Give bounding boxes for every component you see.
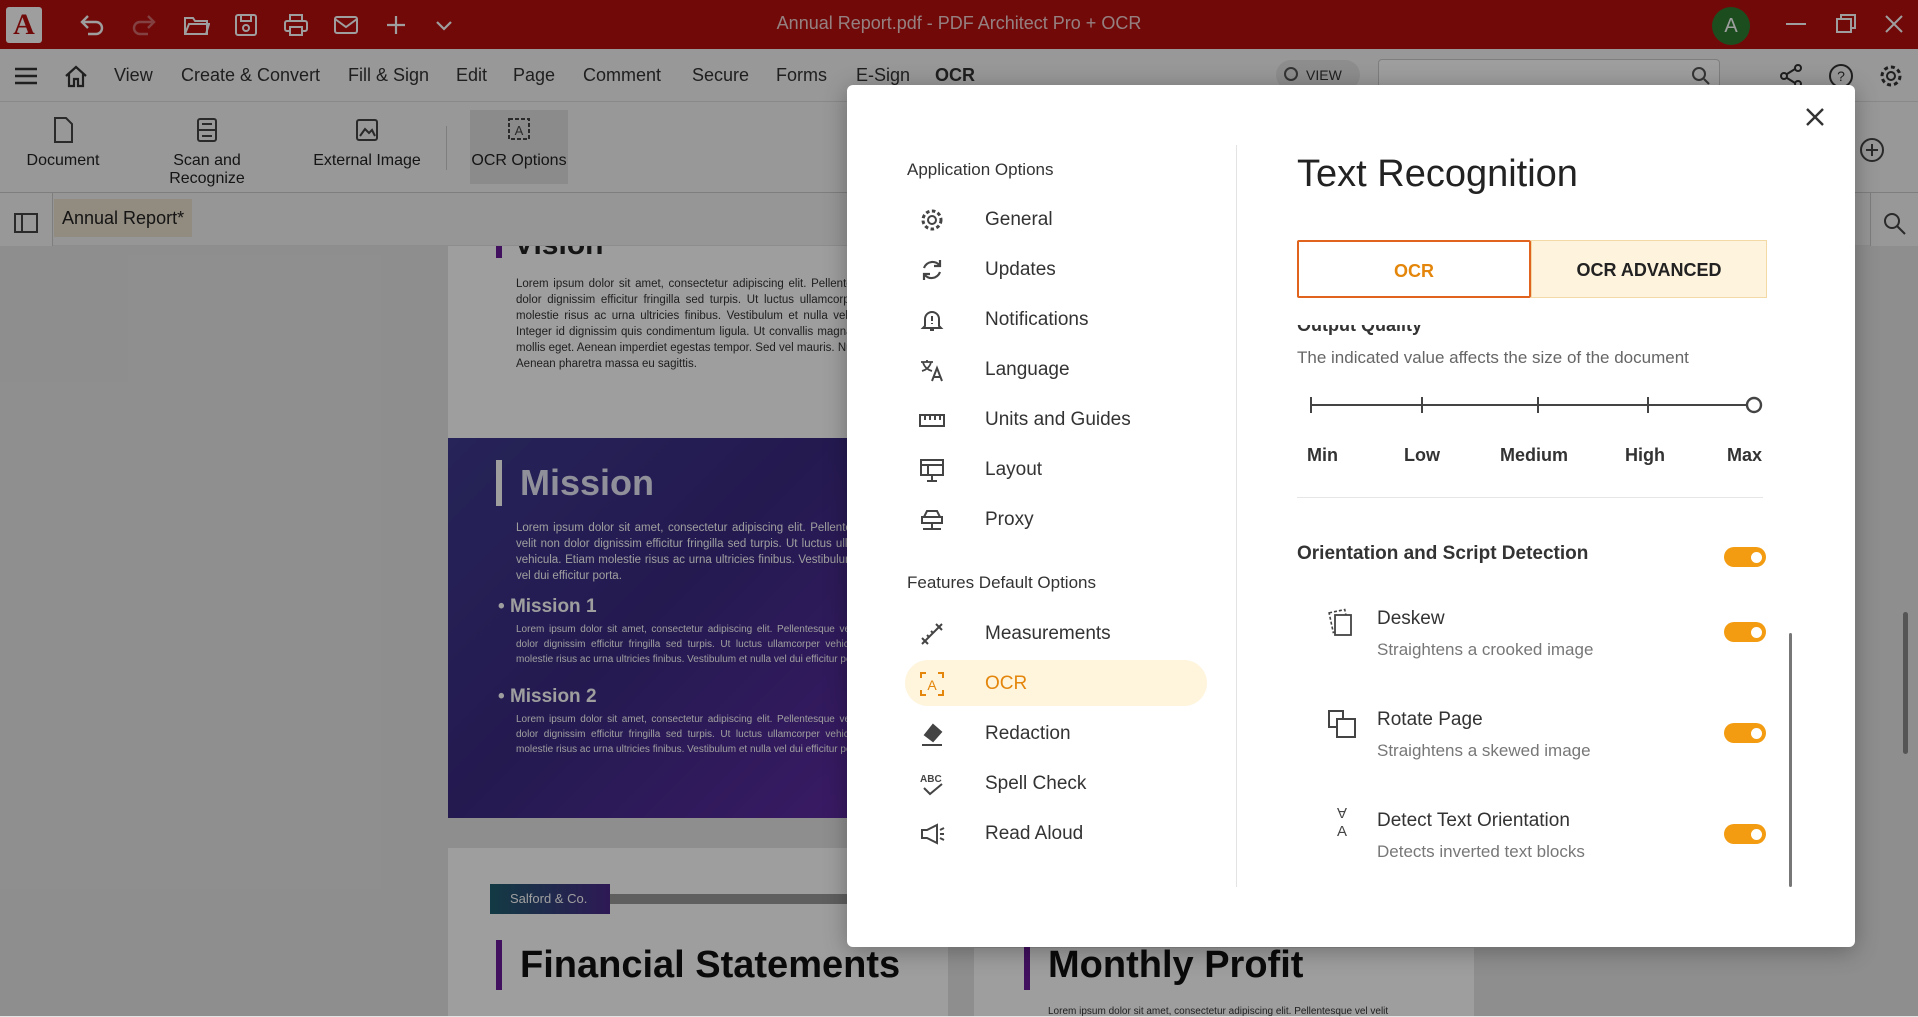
option-general[interactable]: General [905,196,1205,242]
option-label: General [985,209,1053,230]
settings-scrollbar[interactable] [1789,633,1792,887]
megaphone-icon [921,823,945,845]
option-label: Layout [985,459,1043,480]
slider-thumb[interactable] [1745,396,1763,414]
option-label: Units and Guides [985,409,1131,430]
option-measurements[interactable]: Measurements [905,610,1205,656]
rotate-page-description: Straightens a skewed image [1377,741,1591,760]
option-label: Language [985,359,1070,380]
orientation-title: Orientation and Script Detection [1297,543,1589,564]
svg-text:A: A [1337,804,1347,821]
option-label: Spell Check [985,773,1087,794]
orientation-toggle[interactable] [1724,547,1766,567]
tab-ocr-advanced[interactable]: OCR ADVANCED [1531,240,1767,298]
option-label: Updates [985,259,1056,280]
detect-orientation-toggle[interactable] [1724,824,1766,844]
quality-level-low: Low [1404,445,1440,465]
rotate-page-icon [1328,710,1356,738]
deskew-toggle[interactable] [1724,622,1766,642]
tab-ocr[interactable]: OCR [1297,240,1531,298]
svg-text:A: A [1337,823,1347,839]
detect-orientation-description: Detects inverted text blocks [1377,842,1585,861]
rotate-page-toggle[interactable] [1724,723,1766,743]
quality-level-max: Max [1727,445,1763,465]
settings-scroll-area[interactable]: Output Quality The indicated value affec… [1297,325,1767,975]
deskew-description: Straightens a crooked image [1377,640,1594,659]
quality-level-min: Min [1307,445,1338,465]
layout-icon [920,459,944,482]
option-updates[interactable]: Updates [905,246,1205,292]
option-label: OCR [985,673,1028,694]
measure-icon [921,623,943,645]
application-options-title: Application Options [907,160,1054,179]
deskew-icon [1328,608,1352,636]
option-proxy[interactable]: Proxy [905,496,1205,542]
spellcheck-icon: ABC [920,774,943,796]
features-options-title: Features Default Options [907,573,1096,592]
svg-text:A: A [927,677,937,693]
quality-level-medium: Medium [1500,445,1569,465]
text-orientation-icon: AA [1337,804,1347,839]
detect-orientation-title: Detect Text Orientation [1377,810,1570,831]
eraser-icon [922,723,943,746]
option-label: Read Aloud [985,823,1084,844]
option-layout[interactable]: Layout [905,446,1205,492]
options-dialog: Application Options General Updates Noti… [847,85,1855,947]
document-scrollbar[interactable] [1903,612,1908,754]
settings-content: Output Quality The indicated value affec… [1297,325,1767,861]
option-label: Proxy [985,509,1034,530]
quality-title: Output Quality [1297,325,1422,335]
ruler-icon [919,414,945,427]
gear-icon [921,209,943,231]
option-read-aloud[interactable]: Read Aloud [905,810,1205,856]
close-icon[interactable] [1799,101,1831,133]
option-language[interactable]: Language [905,346,1205,392]
quality-level-high: High [1625,445,1665,465]
section-divider [1297,497,1763,498]
option-notifications[interactable]: Notifications [905,296,1205,342]
dialog-divider [1236,145,1237,887]
translate-icon [921,360,943,382]
option-label: Measurements [985,623,1111,644]
bell-icon [920,311,944,331]
ocr-icon: A [920,672,944,696]
option-ocr[interactable]: A OCR [905,660,1207,706]
dialog-heading: Text Recognition [1297,153,1578,195]
option-units-guides[interactable]: Units and Guides [905,396,1205,442]
option-label: Redaction [985,723,1071,744]
quality-description: The indicated value affects the size of … [1297,348,1689,367]
option-label: Notifications [985,309,1089,330]
option-spell-check[interactable]: ABC Spell Check [905,760,1205,806]
deskew-title: Deskew [1377,608,1445,629]
svg-text:ABC: ABC [920,774,942,785]
network-icon [921,510,943,530]
option-redaction[interactable]: Redaction [905,710,1205,756]
refresh-icon [922,260,942,280]
rotate-page-title: Rotate Page [1377,709,1483,730]
